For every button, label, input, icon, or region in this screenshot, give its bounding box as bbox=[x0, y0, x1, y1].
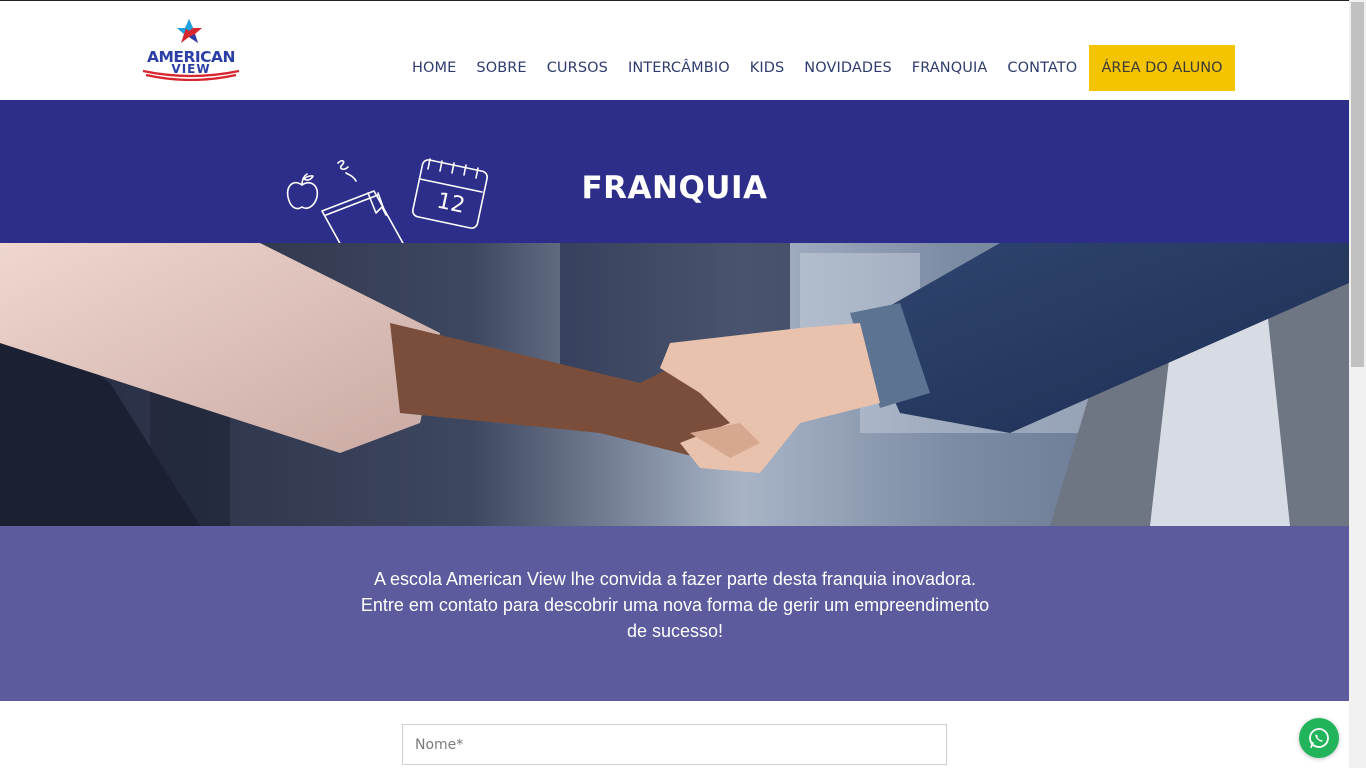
name-input[interactable] bbox=[402, 724, 947, 765]
franchise-form bbox=[0, 701, 1349, 768]
site-logo[interactable]: AMERICAN VIEW bbox=[140, 17, 242, 81]
logo-text-view: VIEW bbox=[171, 62, 211, 76]
nav-item-home[interactable]: HOME bbox=[402, 60, 466, 76]
scrollbar-thumb[interactable] bbox=[1351, 2, 1364, 367]
main-nav: HOME SOBRE CURSOS INTERCÂMBIO KIDS NOVID… bbox=[402, 45, 1087, 91]
nav-item-kids[interactable]: KIDS bbox=[740, 60, 795, 76]
intro-section: A escola American View lhe convida a faz… bbox=[0, 526, 1349, 701]
nav-item-contato[interactable]: CONTATO bbox=[997, 60, 1087, 76]
nav-item-novidades[interactable]: NOVIDADES bbox=[794, 60, 901, 76]
whatsapp-button[interactable] bbox=[1299, 718, 1339, 758]
area-do-aluno-button[interactable]: ÁREA DO ALUNO bbox=[1089, 45, 1235, 91]
page-title-banner: 12 FRANQUIA bbox=[0, 100, 1349, 243]
intro-text: A escola American View lhe convida a faz… bbox=[360, 569, 990, 641]
page-scrollbar[interactable] bbox=[1349, 0, 1366, 768]
nav-item-intercambio[interactable]: INTERCÂMBIO bbox=[618, 60, 740, 76]
whatsapp-icon bbox=[1309, 728, 1329, 748]
page: AMERICAN VIEW HOME SOBRE CURSOS INTERCÂM… bbox=[0, 0, 1349, 768]
nav-item-sobre[interactable]: SOBRE bbox=[466, 60, 536, 76]
handshake-photo bbox=[0, 243, 1349, 526]
handshake-image bbox=[0, 243, 1349, 526]
site-header: AMERICAN VIEW HOME SOBRE CURSOS INTERCÂM… bbox=[0, 1, 1349, 100]
nav-item-cursos[interactable]: CURSOS bbox=[537, 60, 618, 76]
nav-item-franquia[interactable]: FRANQUIA bbox=[902, 60, 998, 76]
page-title: FRANQUIA bbox=[581, 170, 768, 206]
